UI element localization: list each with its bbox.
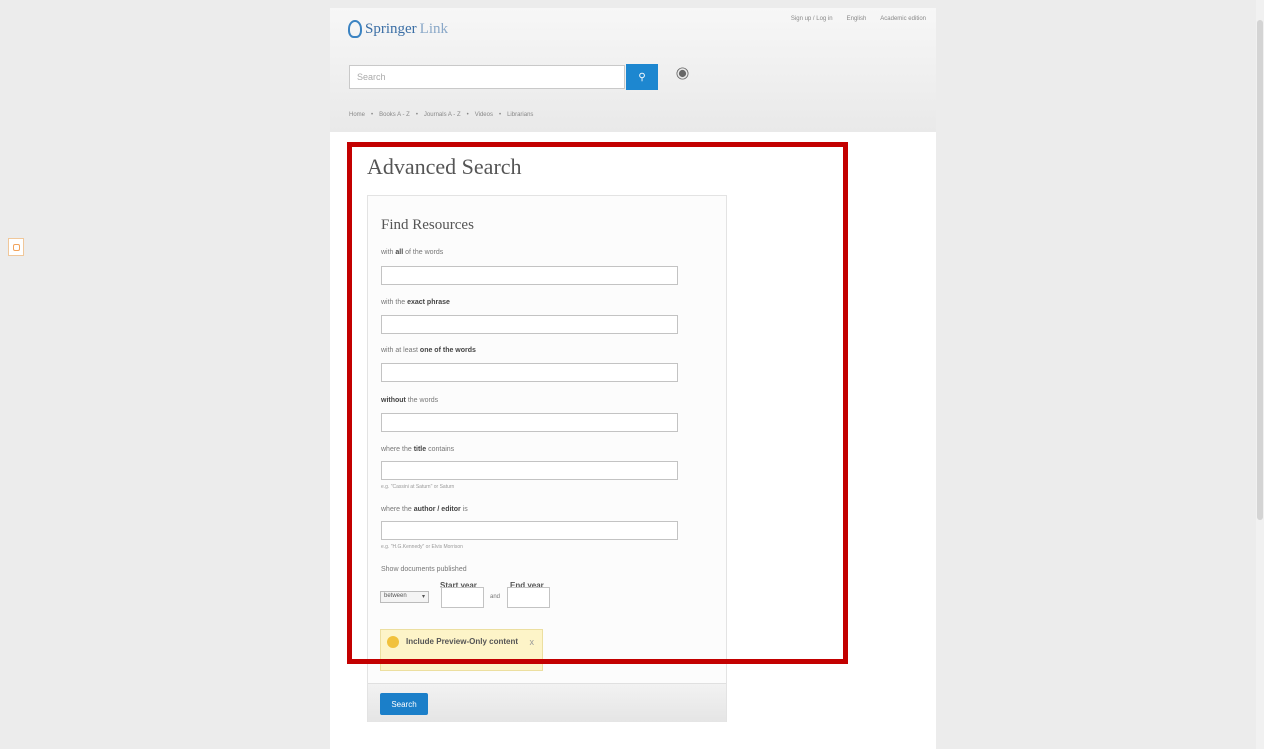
edition-menu[interactable]: Academic edition (880, 16, 926, 22)
scrollbar[interactable] (1256, 0, 1264, 749)
side-feedback-tab[interactable] (8, 238, 24, 256)
search-button[interactable]: ⚲ (626, 64, 658, 90)
nav-books[interactable]: Books A - Z (379, 112, 410, 118)
nav-videos[interactable]: Videos (475, 112, 493, 118)
nav-separator: • (466, 112, 469, 118)
feedback-icon (12, 243, 20, 251)
nav-separator: • (415, 112, 418, 118)
top-links: Sign up / Log in English Academic editio… (791, 16, 926, 22)
nav-librarians[interactable]: Librarians (507, 112, 533, 118)
nav-journals[interactable]: Journals A - Z (424, 112, 461, 118)
logo-sub: Link (419, 20, 449, 37)
logo-brand: Springer (365, 20, 417, 37)
sign-in-link[interactable]: Sign up / Log in (791, 16, 833, 22)
springerlink-logo[interactable]: Springer Link (348, 20, 448, 38)
scrollbar-thumb[interactable] (1257, 20, 1263, 520)
springer-horse-icon (348, 20, 362, 38)
site-header: Springer Link Sign up / Log in English A… (330, 8, 936, 132)
search-icon: ⚲ (638, 71, 646, 83)
language-menu[interactable]: English (847, 16, 867, 22)
breadcrumb: Home • Books A - Z • Journals A - Z • Vi… (349, 112, 533, 118)
search-input[interactable]: Search (349, 65, 625, 89)
highlight-annotation-box (347, 142, 848, 664)
gear-icon[interactable] (678, 69, 687, 78)
form-footer: Search (368, 683, 726, 722)
nav-home[interactable]: Home (349, 112, 365, 118)
submit-search-button[interactable]: Search (380, 693, 428, 715)
nav-separator: • (371, 112, 374, 118)
nav-separator: • (498, 112, 502, 118)
